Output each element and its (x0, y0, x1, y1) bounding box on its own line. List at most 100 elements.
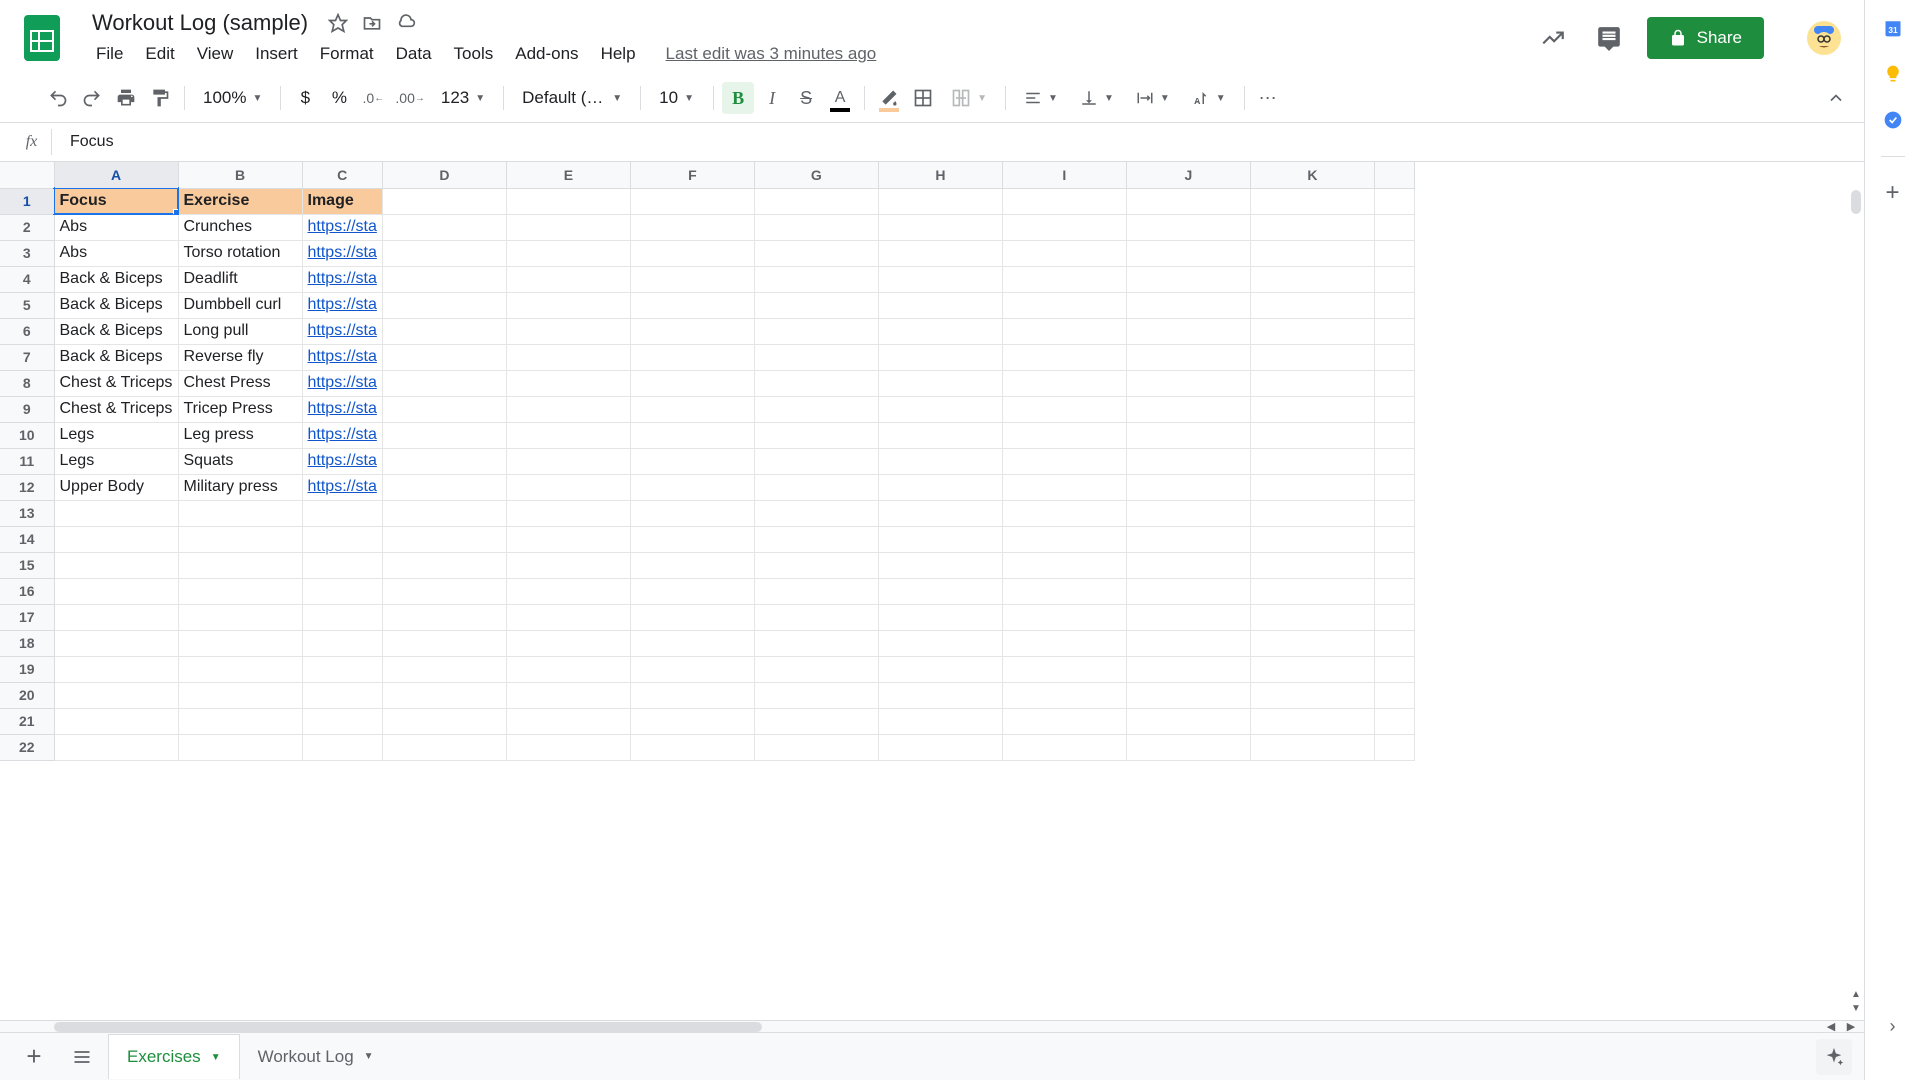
row-header[interactable]: 4 (0, 266, 54, 292)
cell[interactable] (1126, 630, 1250, 656)
cell[interactable] (1002, 344, 1126, 370)
add-sheet-button[interactable]: + (12, 1035, 56, 1079)
cell[interactable] (1250, 266, 1374, 292)
cell[interactable] (1250, 318, 1374, 344)
vertical-scrollbar[interactable]: ▲ ▼ (1848, 188, 1864, 1020)
cell[interactable] (1250, 708, 1374, 734)
cell[interactable] (1002, 292, 1126, 318)
cell[interactable] (382, 214, 506, 240)
cell[interactable] (754, 630, 878, 656)
cell[interactable] (1002, 318, 1126, 344)
cell[interactable] (1250, 448, 1374, 474)
more-toolbar-button[interactable]: ⋯ (1253, 82, 1285, 114)
cell[interactable] (878, 682, 1002, 708)
cell[interactable] (382, 188, 506, 214)
cell[interactable] (878, 708, 1002, 734)
scroll-up-icon[interactable]: ▲ (1851, 988, 1861, 1002)
cell[interactable] (1002, 266, 1126, 292)
scrollbar-thumb[interactable] (54, 1022, 762, 1032)
menu-file[interactable]: File (86, 40, 133, 68)
row-header[interactable]: 1 (0, 188, 54, 214)
cell[interactable] (1250, 526, 1374, 552)
cell[interactable]: https://sta (302, 240, 382, 266)
cell[interactable]: Chest & Triceps (54, 396, 178, 422)
number-format-dropdown[interactable]: 123 ▼ (431, 82, 495, 114)
row-header[interactable]: 16 (0, 578, 54, 604)
select-all-corner[interactable] (0, 162, 54, 188)
cell[interactable] (54, 500, 178, 526)
cell[interactable] (302, 578, 382, 604)
cell[interactable]: https://sta (302, 422, 382, 448)
url-link[interactable]: https://sta (308, 348, 377, 365)
menu-data[interactable]: Data (386, 40, 442, 68)
cell[interactable] (1126, 500, 1250, 526)
row-header[interactable]: 20 (0, 682, 54, 708)
cell[interactable] (506, 682, 630, 708)
font-size-dropdown[interactable]: 10 ▼ (649, 82, 705, 114)
cell[interactable] (54, 552, 178, 578)
cell[interactable] (630, 682, 754, 708)
collapse-toolbar-button[interactable] (1820, 82, 1852, 114)
cell[interactable] (1374, 370, 1414, 396)
cell[interactable] (878, 578, 1002, 604)
cell[interactable]: Deadlift (178, 266, 302, 292)
cell[interactable] (54, 604, 178, 630)
cell[interactable] (506, 708, 630, 734)
cell[interactable]: https://sta (302, 396, 382, 422)
cell[interactable] (506, 396, 630, 422)
cell[interactable] (1374, 318, 1414, 344)
menu-edit[interactable]: Edit (135, 40, 184, 68)
sheets-logo[interactable] (16, 12, 68, 64)
star-icon[interactable] (328, 13, 348, 33)
cell[interactable] (754, 604, 878, 630)
cell[interactable]: Legs (54, 422, 178, 448)
cell[interactable] (178, 578, 302, 604)
cell[interactable] (382, 318, 506, 344)
cell[interactable] (506, 630, 630, 656)
row-header[interactable]: 2 (0, 214, 54, 240)
cell[interactable] (878, 552, 1002, 578)
cell[interactable] (1002, 708, 1126, 734)
cell[interactable] (1002, 734, 1126, 760)
cell[interactable] (506, 448, 630, 474)
cell[interactable] (302, 526, 382, 552)
fill-color-button[interactable] (873, 82, 905, 114)
cell[interactable] (630, 318, 754, 344)
vertical-align-dropdown[interactable]: ▼ (1070, 82, 1124, 114)
cell[interactable] (878, 604, 1002, 630)
cell[interactable]: https://sta (302, 474, 382, 500)
cell[interactable] (630, 708, 754, 734)
cell[interactable] (302, 734, 382, 760)
menu-format[interactable]: Format (310, 40, 384, 68)
cell[interactable] (1250, 500, 1374, 526)
cell[interactable] (878, 318, 1002, 344)
cell[interactable] (630, 734, 754, 760)
all-sheets-button[interactable] (60, 1035, 104, 1079)
cell[interactable] (506, 344, 630, 370)
cell[interactable] (1126, 734, 1250, 760)
tasks-icon[interactable] (1883, 110, 1903, 130)
cell[interactable] (1126, 552, 1250, 578)
row-header[interactable]: 3 (0, 240, 54, 266)
cell[interactable] (1250, 734, 1374, 760)
cell[interactable] (178, 656, 302, 682)
comments-icon[interactable] (1591, 20, 1627, 56)
print-button[interactable] (110, 82, 142, 114)
row-header[interactable]: 11 (0, 448, 54, 474)
cell[interactable] (1374, 422, 1414, 448)
cell[interactable] (1002, 604, 1126, 630)
cell[interactable] (178, 500, 302, 526)
cell[interactable] (54, 656, 178, 682)
cell[interactable] (1002, 578, 1126, 604)
cell[interactable] (754, 552, 878, 578)
cell[interactable] (630, 656, 754, 682)
cell[interactable] (878, 630, 1002, 656)
cell[interactable] (302, 500, 382, 526)
cell[interactable]: https://sta (302, 292, 382, 318)
row-header[interactable]: 5 (0, 292, 54, 318)
menu-help[interactable]: Help (591, 40, 646, 68)
cell[interactable] (1250, 474, 1374, 500)
cell[interactable] (754, 578, 878, 604)
cell[interactable] (754, 318, 878, 344)
cell[interactable] (878, 500, 1002, 526)
